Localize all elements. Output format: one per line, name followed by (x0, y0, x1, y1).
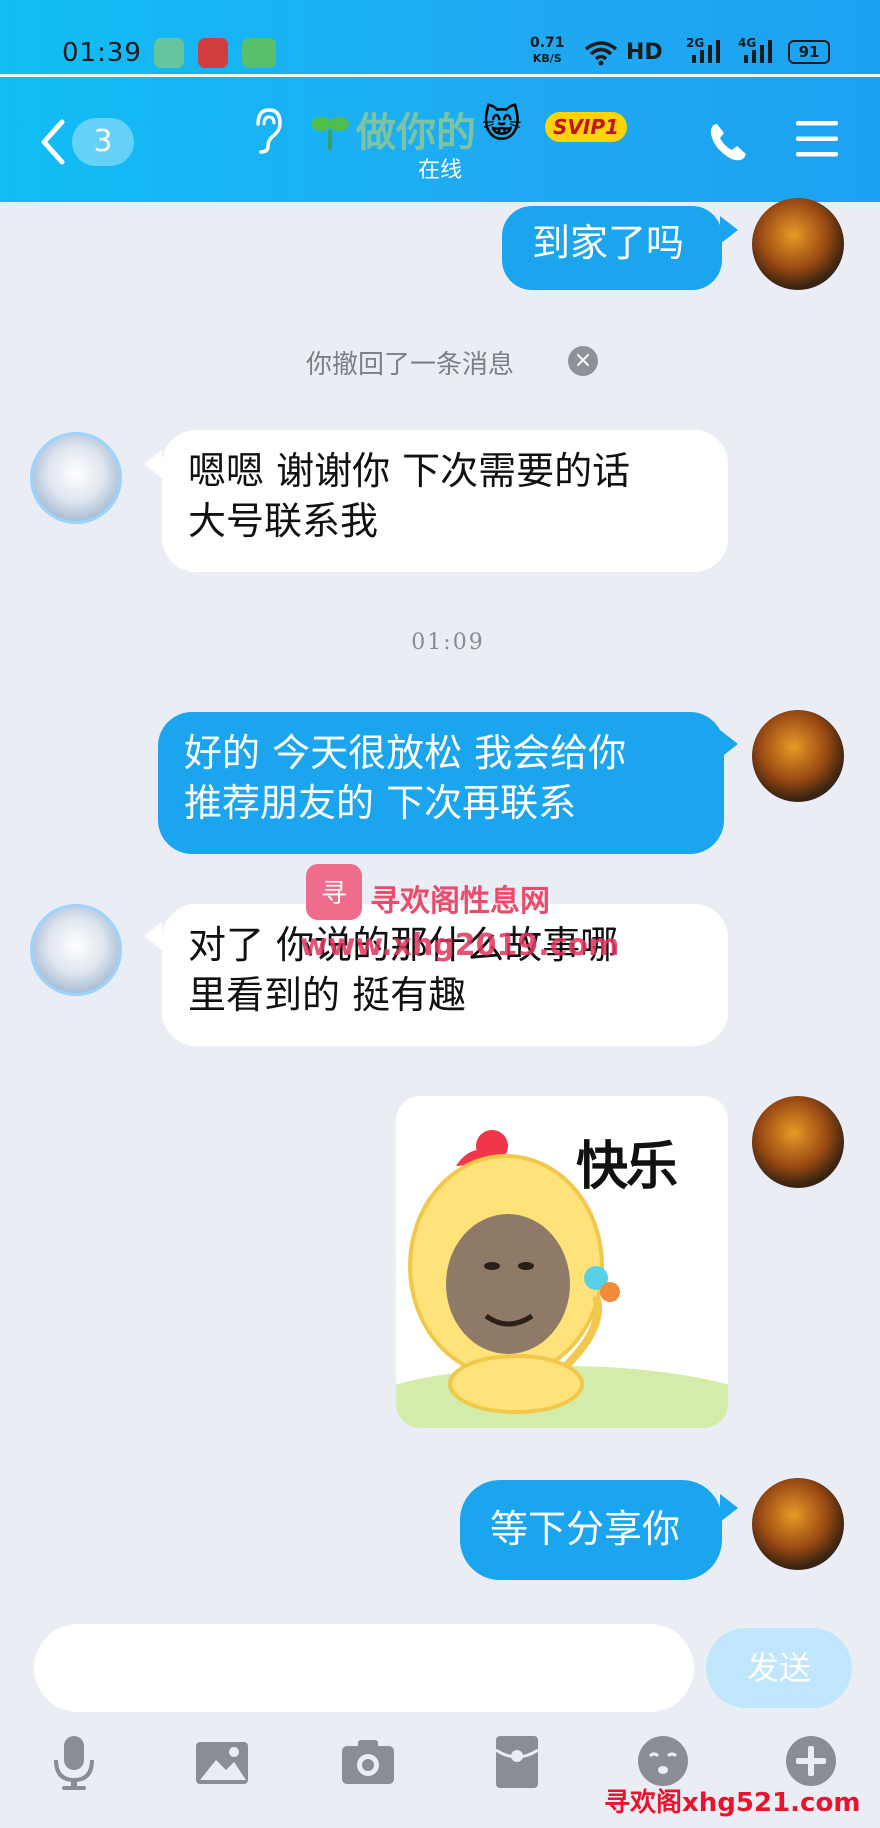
sticker-caption: 快乐 (576, 1137, 678, 1197)
recalled-notice: 你撤回了一条消息 (306, 350, 515, 380)
sticker-image[interactable]: 快乐 (396, 1096, 728, 1428)
message-timestamp: 01:09 (411, 630, 485, 655)
my-message-bubble[interactable]: 等下分享你 (460, 1480, 722, 1580)
wifi-icon (584, 41, 618, 66)
back-arrow-icon[interactable] (40, 118, 66, 166)
net-speed-value: 0.71 (530, 35, 565, 51)
send-button[interactable]: 发送 (706, 1628, 852, 1708)
my-avatar[interactable] (752, 1478, 844, 1570)
contact-message-bubble[interactable]: 对了 你说的那什么故事哪 里看到的 挺有趣 (162, 904, 728, 1046)
close-icon[interactable]: × (568, 346, 598, 376)
my-message-bubble[interactable]: 到家了吗 (502, 206, 722, 290)
status-separator (0, 74, 880, 77)
site-logo-icon: 寻 (306, 864, 362, 920)
signal-icon (744, 40, 772, 63)
online-status: 在线 (418, 158, 463, 183)
bubble-tail (144, 450, 162, 478)
red-packet-icon[interactable] (494, 1734, 540, 1790)
message-input[interactable] (34, 1624, 694, 1712)
bubble-tail (144, 922, 162, 950)
bottom-watermark: 寻欢阁xhg521.com (604, 1788, 861, 1818)
my-avatar[interactable] (752, 710, 844, 802)
bubble-tail (720, 216, 738, 244)
unread-count-badge[interactable]: 3 (72, 118, 134, 166)
image-icon[interactable] (194, 1740, 250, 1786)
ear-icon[interactable] (252, 108, 282, 154)
my-avatar[interactable] (752, 1096, 844, 1188)
bubble-tail (720, 730, 738, 758)
status-time: 01:39 (62, 38, 142, 68)
svip-badge[interactable]: SVIP1 (545, 112, 627, 142)
watermark-url: www.xhg2019.com (300, 928, 620, 963)
contact-avatar[interactable] (30, 904, 122, 996)
signal-icon (692, 40, 720, 63)
my-avatar[interactable] (752, 198, 844, 290)
contact-avatar[interactable] (30, 432, 122, 524)
battery-indicator: 91 (788, 40, 830, 64)
cat-emoji-icon: 😸 (482, 102, 522, 146)
plus-icon[interactable] (784, 1734, 838, 1788)
menu-icon[interactable] (796, 120, 838, 158)
bubble-tail (720, 1494, 738, 1522)
my-message-bubble[interactable]: 好的 今天很放松 我会给你 推荐朋友的 下次再联系 (158, 712, 724, 854)
contact-message-bubble[interactable]: 嗯嗯 谢谢你 下次需要的话 大号联系我 (162, 430, 728, 572)
net-speed: 0.71 KB/S (530, 36, 565, 66)
sticker-illustration (396, 1130, 728, 1428)
camera-icon[interactable] (340, 1738, 396, 1786)
heart-app-icon (198, 38, 228, 68)
phone-call-icon[interactable] (706, 120, 750, 164)
watermark-site-name: 寻欢阁性息网 (370, 884, 550, 919)
net-speed-unit: KB/S (532, 52, 562, 65)
microphone-icon[interactable] (50, 1734, 98, 1792)
svg-text:寻: 寻 (321, 879, 347, 909)
sprout-icon (311, 117, 349, 150)
app-notification-icon (154, 38, 184, 68)
emoji-icon[interactable] (636, 1734, 690, 1788)
contact-name[interactable]: 做你的 (356, 100, 476, 158)
hd-indicator: HD (626, 40, 663, 65)
oppo-app-icon (242, 38, 276, 68)
